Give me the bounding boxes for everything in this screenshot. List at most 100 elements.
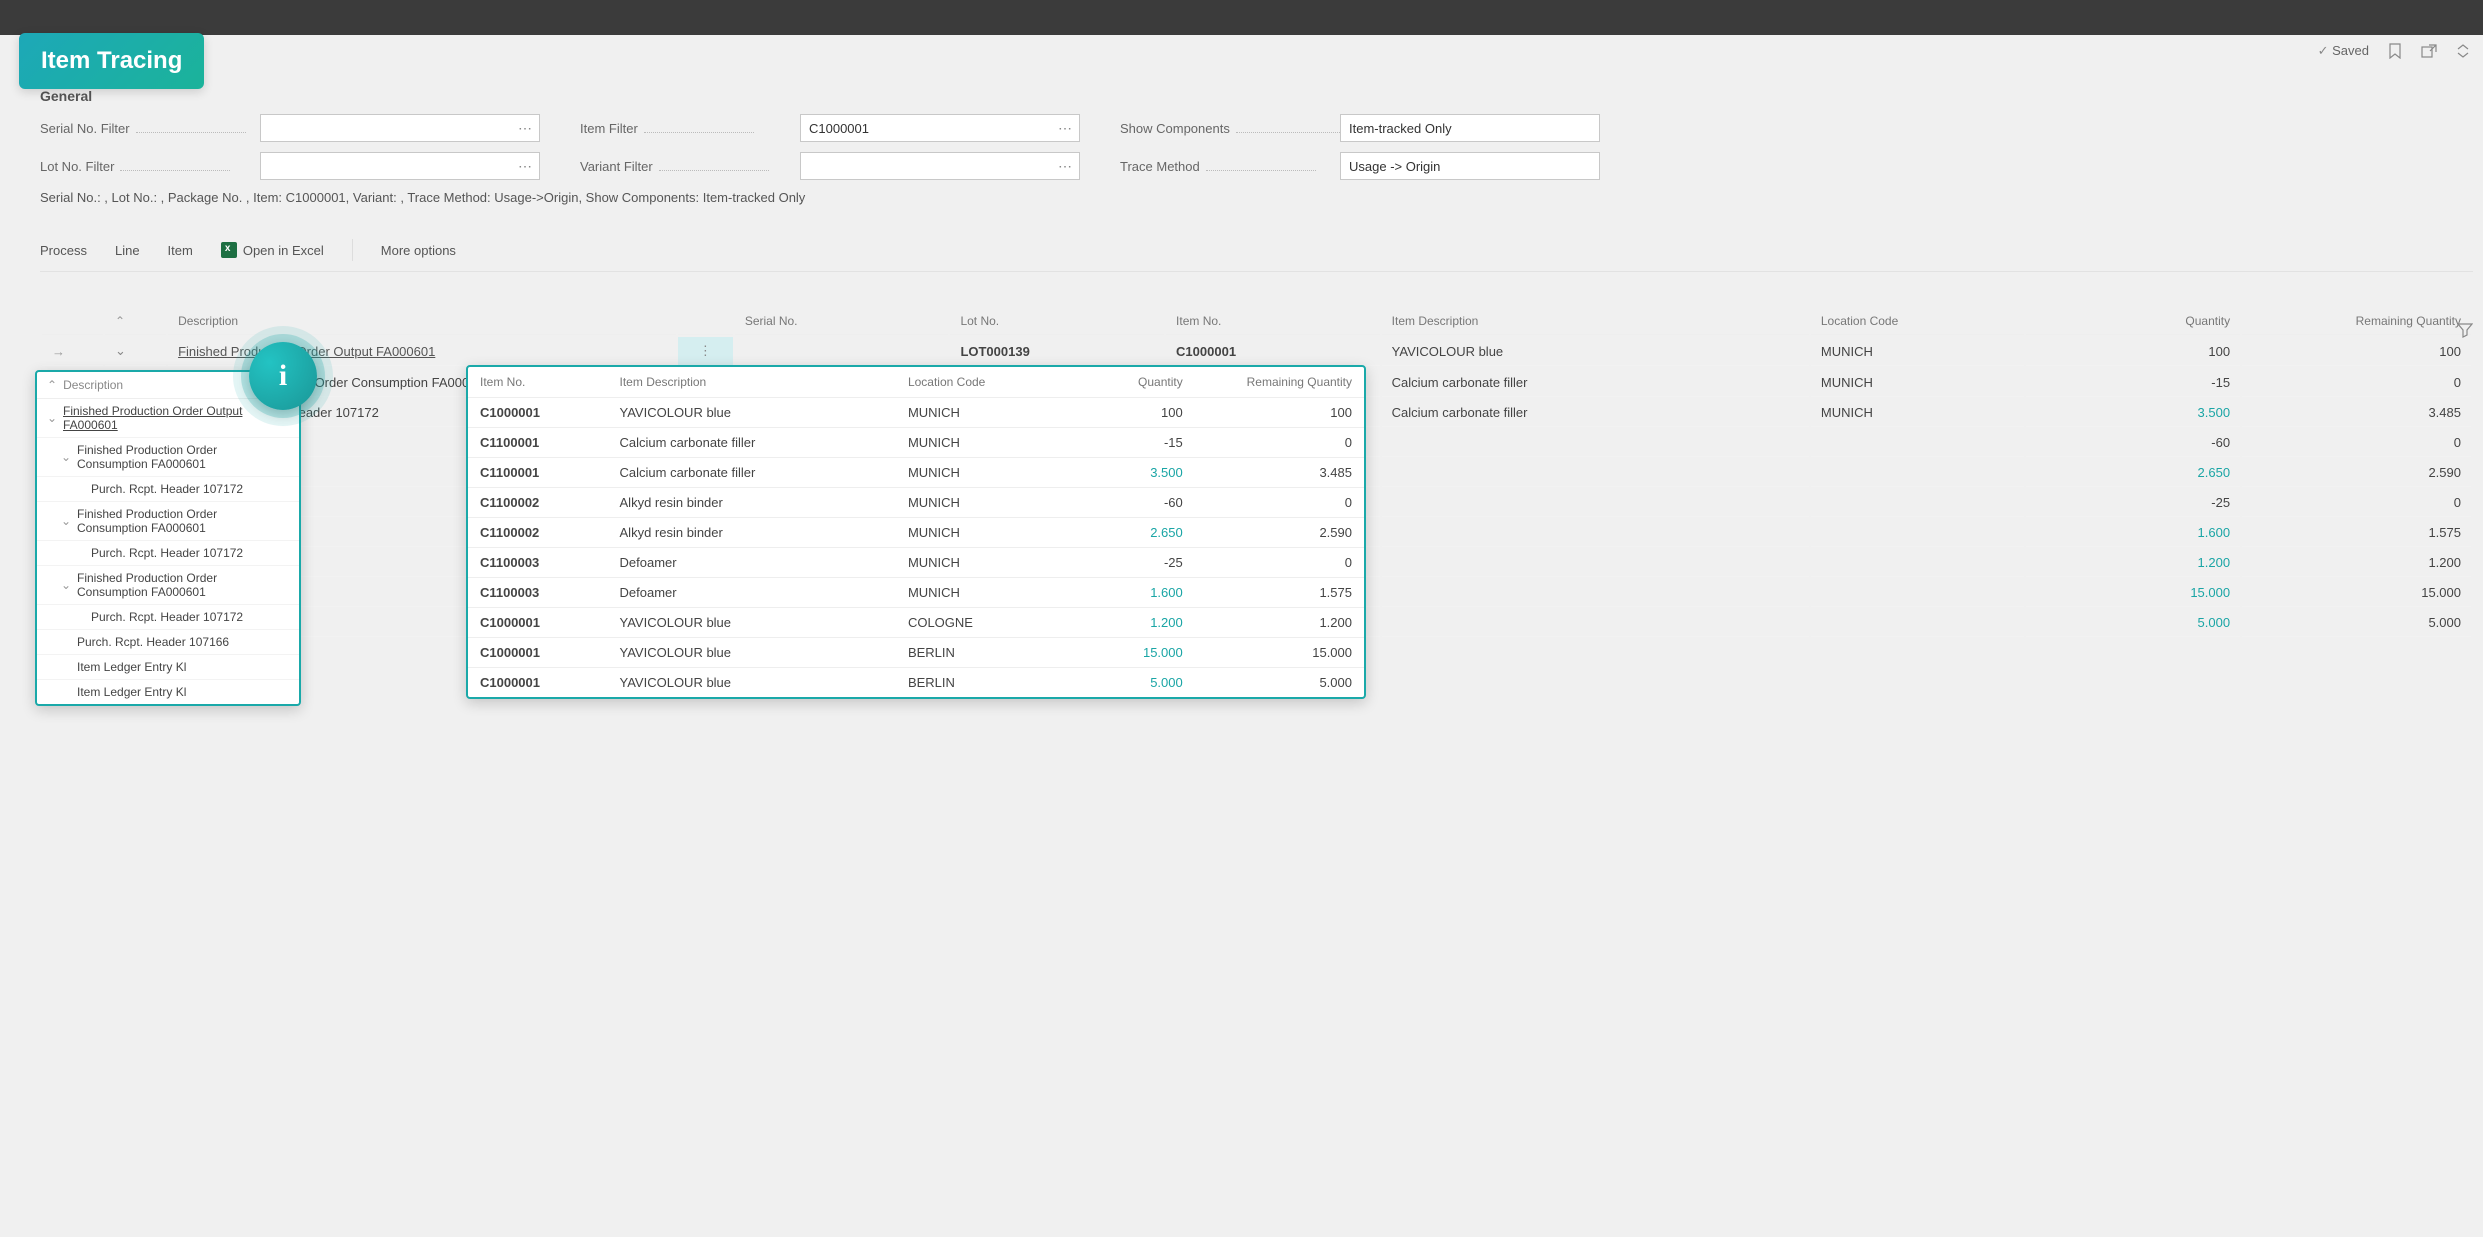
lot-no-filter-input[interactable] <box>260 152 540 180</box>
trace-method-select[interactable] <box>1340 152 1600 180</box>
serial-no-filter-input[interactable] <box>260 114 540 142</box>
cell-quantity: 15.000 <box>1036 638 1195 668</box>
tree-row-label: Finished Production Order Consumption FA… <box>77 571 289 599</box>
cell-item-description: Alkyd resin binder <box>608 518 896 548</box>
cell-location-code <box>1811 459 2025 487</box>
table-row[interactable]: C1000001YAVICOLOUR blueCOLOGNE1.2001.200 <box>468 608 1364 638</box>
table-row[interactable]: C1000001YAVICOLOUR blueBERLIN15.00015.00… <box>468 638 1364 668</box>
item-filter-input[interactable] <box>800 114 1080 142</box>
item-filter-label: Item Filter <box>580 121 790 136</box>
cell-item-description: YAVICOLOUR blue <box>608 638 896 668</box>
check-icon <box>2318 43 2329 58</box>
cell-location-code <box>1811 609 2025 637</box>
cell-quantity: -60 <box>1036 488 1195 518</box>
tree-row[interactable]: Purch. Rcpt. Header 107172 <box>37 605 299 630</box>
cell-remaining-quantity: 0 <box>1195 428 1364 458</box>
table-row[interactable]: C1100003DefoamerMUNICH-250 <box>468 548 1364 578</box>
col-lot-no[interactable]: Lot No. <box>950 308 1164 335</box>
cell-item-description <box>1382 609 1809 637</box>
tree-row[interactable]: Purch. Rcpt. Header 107166 <box>37 630 299 655</box>
more-icon[interactable]: ⋮ <box>699 343 712 358</box>
table-row[interactable]: C1100003DefoamerMUNICH1.6001.575 <box>468 578 1364 608</box>
row-actions[interactable]: ⋮ <box>678 337 733 366</box>
top-bar <box>0 0 2483 35</box>
collapse-all-icon[interactable]: ⌃ <box>47 378 57 392</box>
chevron-down-icon[interactable]: ⌄ <box>115 343 127 359</box>
cell-remaining-quantity: 1.200 <box>1195 608 1364 638</box>
tree-row[interactable]: ⌄Finished Production Order Consumption F… <box>37 438 299 477</box>
chevron-down-icon[interactable]: ⌄ <box>61 514 71 528</box>
line-action[interactable]: Line <box>115 243 140 258</box>
tree-row-label: Purch. Rcpt. Header 107172 <box>91 546 243 560</box>
expand-icon[interactable] <box>2455 43 2471 59</box>
col-quantity[interactable]: Quantity <box>2026 308 2240 335</box>
process-action[interactable]: Process <box>40 243 87 258</box>
chevron-down-icon[interactable]: ⌄ <box>61 450 71 464</box>
cell-quantity: 1.600 <box>2026 519 2240 547</box>
table-row[interactable]: C1000001YAVICOLOUR blueMUNICH100100 <box>468 398 1364 428</box>
info-badge[interactable]: i <box>249 342 317 410</box>
cell-quantity: 2.650 <box>2026 459 2240 487</box>
chevron-down-icon[interactable]: ⌄ <box>47 411 57 425</box>
tree-row[interactable]: Purch. Rcpt. Header 107172 <box>37 477 299 502</box>
col-item-no[interactable]: Item No. <box>1166 308 1380 335</box>
cell-location-code <box>1811 519 2025 547</box>
tree-row[interactable]: Item Ledger Entry Kl <box>37 655 299 680</box>
tree-row[interactable]: ⌄ Finished Production Order Consumption F… <box>37 502 299 541</box>
table-row[interactable]: C1100002Alkyd resin binderMUNICH-600 <box>468 488 1364 518</box>
cell-location-code: BERLIN <box>896 668 1036 698</box>
variant-filter-input[interactable] <box>800 152 1080 180</box>
cell-description[interactable]: Finished Production Order Output FA00060… <box>168 337 676 366</box>
tree-row[interactable]: ⌄ Finished Production Order Consumption F… <box>37 566 299 605</box>
cell-quantity: 5.000 <box>2026 609 2240 637</box>
cell-quantity: 1.600 <box>1036 578 1195 608</box>
cell-item-no: C1000001 <box>468 668 608 698</box>
cell-item-no: C1100003 <box>468 548 608 578</box>
bookmark-icon[interactable] <box>2387 43 2403 59</box>
show-components-select[interactable] <box>1340 114 1600 142</box>
table-row[interactable]: C1100001Calcium carbonate fillerMUNICH3.… <box>468 458 1364 488</box>
cell-item-no: C1100001 <box>468 458 608 488</box>
cell-remaining-quantity: 100 <box>1195 398 1364 428</box>
col-location-code[interactable]: Location Code <box>1811 308 2025 335</box>
cell-quantity: 1.200 <box>1036 608 1195 638</box>
tree-row[interactable]: Item Ledger Entry Kl <box>37 680 299 704</box>
popup-col-location-code[interactable]: Location Code <box>896 367 1036 398</box>
cell-item-no: C1100001 <box>468 428 608 458</box>
cell-quantity: 100 <box>2026 337 2240 366</box>
cell-item-description <box>1382 579 1809 607</box>
cell-quantity: 2.650 <box>1036 518 1195 548</box>
table-row[interactable]: →⌄Finished Production Order Output FA000… <box>42 337 2471 366</box>
more-options-action[interactable]: More options <box>381 243 456 258</box>
table-row[interactable]: C1100001Calcium carbonate fillerMUNICH-1… <box>468 428 1364 458</box>
popup-col-remaining-quantity[interactable]: Remaining Quantity <box>1195 367 1364 398</box>
cell-item-description <box>1382 489 1809 517</box>
popup-col-item-no[interactable]: Item No. <box>468 367 608 398</box>
cell-remaining-quantity: 0 <box>2242 368 2471 397</box>
cell-location-code: MUNICH <box>896 398 1036 428</box>
popup-col-quantity[interactable]: Quantity <box>1036 367 1195 398</box>
col-description[interactable]: Description <box>168 308 676 335</box>
tree-row-label: Finished Production Order Consumption FA… <box>77 507 289 535</box>
cell-quantity: 100 <box>1036 398 1195 428</box>
col-serial-no[interactable]: Serial No. <box>735 308 949 335</box>
popout-icon[interactable] <box>2421 43 2437 59</box>
filter-icon[interactable] <box>2457 322 2473 341</box>
tree-row[interactable]: Purch. Rcpt. Header 107172 <box>37 541 299 566</box>
collapse-all-icon[interactable]: ⌃ <box>105 308 166 335</box>
item-action[interactable]: Item <box>168 243 193 258</box>
cell-remaining-quantity: 15.000 <box>2242 579 2471 607</box>
cell-remaining-quantity: 0 <box>2242 489 2471 517</box>
table-row[interactable]: C1000001YAVICOLOUR blueBERLIN5.0005.000 <box>468 668 1364 698</box>
open-in-excel-action[interactable]: Open in Excel <box>221 242 324 258</box>
chevron-down-icon[interactable]: ⌄ <box>61 578 71 592</box>
col-remaining-quantity[interactable]: Remaining Quantity <box>2242 308 2471 335</box>
popup-col-item-description[interactable]: Item Description <box>608 367 896 398</box>
table-row[interactable]: C1100002Alkyd resin binderMUNICH2.6502.5… <box>468 518 1364 548</box>
lot-no-filter-label: Lot No. Filter <box>40 159 250 174</box>
cell-remaining-quantity: 2.590 <box>1195 518 1364 548</box>
tree-row[interactable]: ⌄Finished Production Order Output FA0006… <box>37 399 299 438</box>
col-item-description[interactable]: Item Description <box>1382 308 1809 335</box>
cell-item-description: YAVICOLOUR blue <box>1382 337 1809 366</box>
cell-quantity: -25 <box>1036 548 1195 578</box>
